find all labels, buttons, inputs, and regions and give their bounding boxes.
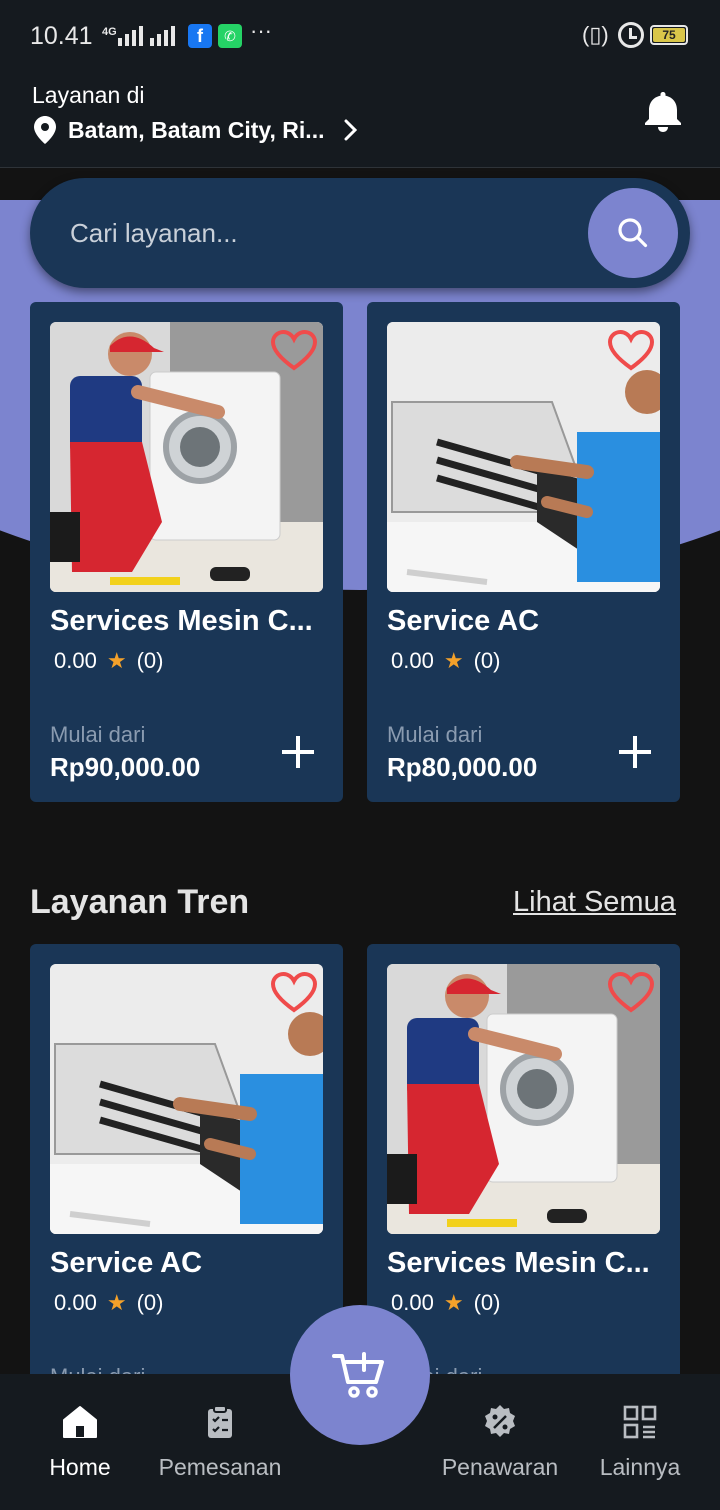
service-image-ac [387, 322, 660, 592]
location-value: Batam, Batam City, Ri... [68, 116, 325, 143]
service-card[interactable]: Services Mesin C... 0.00 ★ (0) Mulai dar… [30, 302, 343, 802]
battery-icon: 75 [650, 25, 688, 45]
review-count: (0) [473, 1290, 501, 1315]
favorite-heart-icon[interactable] [608, 972, 654, 1014]
search-icon [618, 218, 648, 248]
favorite-heart-icon[interactable] [271, 330, 317, 372]
star-icon: ★ [443, 648, 464, 673]
app-header: Layanan di Batam, Batam City, Ri... [0, 72, 720, 168]
service-rating: 0.00 ★ (0) [54, 1290, 163, 1316]
clipboard-icon [208, 1405, 232, 1438]
service-title: Service AC [387, 605, 540, 637]
notification-bell-icon[interactable] [640, 88, 686, 134]
rating-value: 0.00 [54, 1290, 97, 1315]
service-price: Rp80,000.00 [387, 752, 538, 782]
status-bar: 10.41 4G f ✆ ··· (▯) 75 [0, 0, 720, 72]
search-bar [30, 178, 690, 288]
cart-fab-button[interactable] [290, 1305, 430, 1445]
nav-offers[interactable]: Penawaran [425, 1374, 575, 1510]
nav-more[interactable]: Lainnya [565, 1374, 715, 1510]
rating-value: 0.00 [54, 648, 97, 673]
location-pin-icon [34, 116, 56, 144]
service-title: Service AC [50, 1247, 203, 1279]
grid-list-icon [623, 1405, 657, 1439]
chevron-right-icon [344, 119, 358, 141]
rating-value: 0.00 [391, 1290, 434, 1315]
add-to-cart-button[interactable] [280, 734, 316, 770]
service-rating: 0.00 ★ (0) [54, 648, 163, 674]
service-image-washing-machine [50, 322, 323, 592]
star-icon: ★ [106, 648, 127, 673]
service-title: Services Mesin C... [50, 605, 313, 637]
search-input[interactable] [70, 208, 570, 258]
signal-icon [150, 26, 175, 46]
rating-value: 0.00 [391, 648, 434, 673]
battery-level: 75 [653, 28, 685, 42]
vibrate-icon: (▯) [582, 22, 609, 47]
nav-label: Pemesanan [158, 1454, 282, 1480]
location-selector[interactable]: Batam, Batam City, Ri... [34, 116, 358, 144]
add-to-cart-button[interactable] [617, 734, 653, 770]
review-count: (0) [136, 1290, 164, 1315]
nav-label: Lainnya [599, 1454, 681, 1480]
section-title-trending: Layanan Tren [30, 883, 250, 921]
service-card[interactable]: Service AC 0.00 ★ (0) Mulai dari Rp80,00… [367, 302, 680, 802]
favorite-heart-icon[interactable] [608, 330, 654, 372]
facebook-icon: f [188, 24, 212, 48]
star-icon: ★ [106, 1290, 127, 1315]
nav-orders[interactable]: Pemesanan [145, 1374, 295, 1510]
price-label: Mulai dari [50, 722, 146, 747]
signal-icon [118, 26, 143, 46]
service-image-washing-machine [387, 964, 660, 1234]
price-label: Mulai dari [387, 722, 483, 747]
alarm-icon [618, 22, 644, 48]
service-price: Rp90,000.00 [50, 752, 201, 782]
search-button[interactable] [588, 188, 678, 278]
favorite-heart-icon[interactable] [271, 972, 317, 1014]
service-image-ac [50, 964, 323, 1234]
more-notifications-icon: ··· [250, 18, 272, 43]
discount-icon [485, 1405, 515, 1437]
review-count: (0) [473, 648, 501, 673]
see-all-link[interactable]: Lihat Semua [513, 886, 676, 919]
cart-add-icon [332, 1352, 384, 1398]
service-title: Services Mesin C... [387, 1247, 650, 1279]
review-count: (0) [136, 648, 164, 673]
nav-label: Home [49, 1454, 111, 1480]
service-rating: 0.00 ★ (0) [391, 1290, 500, 1316]
nav-home[interactable]: Home [5, 1374, 155, 1510]
service-rating: 0.00 ★ (0) [391, 648, 500, 674]
network-type: 4G [102, 26, 117, 38]
whatsapp-icon: ✆ [218, 24, 242, 48]
nav-label: Penawaran [441, 1454, 559, 1480]
location-label: Layanan di [32, 82, 145, 108]
star-icon: ★ [443, 1290, 464, 1315]
home-icon [63, 1406, 97, 1438]
status-time: 10.41 [30, 22, 93, 50]
